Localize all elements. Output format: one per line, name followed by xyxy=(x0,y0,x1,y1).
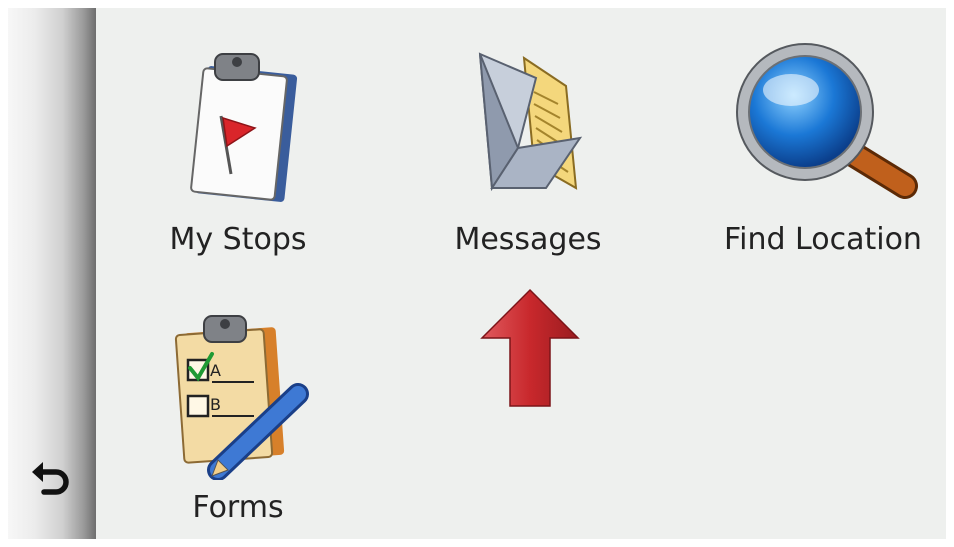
forms-clipboard-pencil-icon: A B xyxy=(174,315,309,480)
clipboard-flag-icon xyxy=(190,53,298,202)
svg-text:B: B xyxy=(210,395,221,414)
back-button[interactable] xyxy=(18,448,84,514)
left-navigation-rail xyxy=(8,8,96,539)
magnifying-glass-icon xyxy=(736,43,918,199)
menu-screen: My Stops Messages Find Location A B Form… xyxy=(8,8,946,539)
forms-label: Forms xyxy=(192,490,284,525)
messages-button[interactable]: Messages xyxy=(418,28,638,268)
back-arrow-icon xyxy=(32,462,69,495)
forms-button[interactable]: A B Forms xyxy=(128,300,348,536)
my-stops-label: My Stops xyxy=(169,222,307,257)
messages-label: Messages xyxy=(454,222,602,257)
svg-text:A: A xyxy=(210,361,221,380)
find-location-button[interactable]: Find Location xyxy=(708,28,938,268)
my-stops-button[interactable]: My Stops xyxy=(128,28,348,268)
find-location-label: Find Location xyxy=(724,222,922,257)
envelope-icon xyxy=(478,52,583,191)
red-up-arrow-icon xyxy=(480,288,580,407)
